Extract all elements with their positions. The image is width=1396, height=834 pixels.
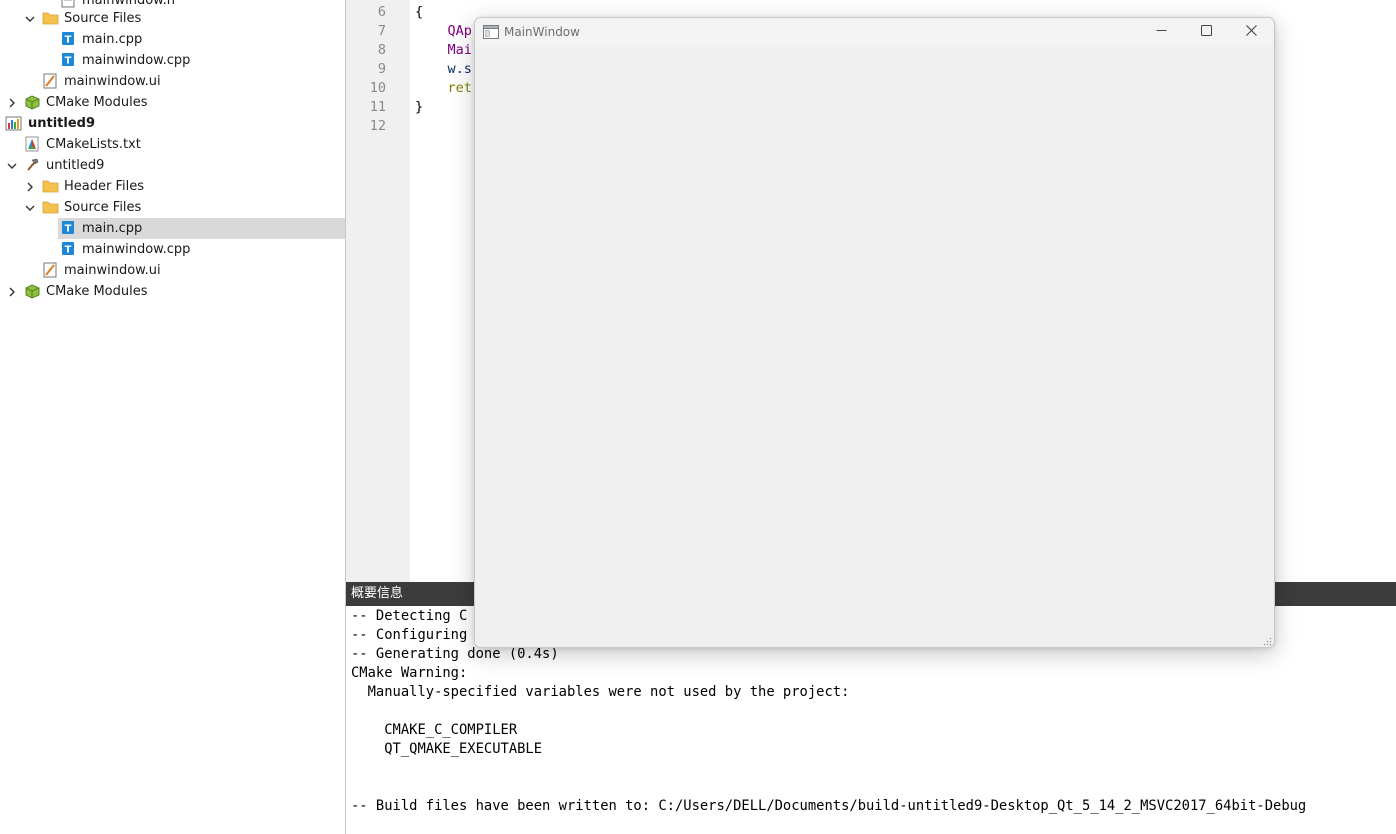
line-number: 12 [369,118,386,134]
cmake-modules-icon [24,283,40,299]
line-number: 7 [377,23,386,39]
cpp-file-icon: T [61,31,77,47]
line-number: 8 [377,42,386,58]
line-number: 10 [369,80,386,96]
chevron-right-icon[interactable] [7,287,17,297]
output-line: QT_QMAKE_EXECUTABLE [351,741,543,757]
tree-item-source-files[interactable]: Source Files [0,197,345,218]
svg-text:T: T [65,245,72,256]
cpp-file-icon: T [61,220,77,236]
tree-item-source-files[interactable]: Source Files [0,8,345,29]
code-line: ret [447,80,472,96]
cpp-file-icon: T [61,241,77,257]
ui-file-icon [43,73,59,89]
chevron-down-icon[interactable] [25,203,35,213]
cmake-file-icon [25,136,41,152]
tree-item-cmakelists[interactable]: CMakeLists.txt [0,134,345,155]
code-line: { [415,4,424,20]
output-line: -- Build files have been written to: C:/… [351,798,1307,814]
tree-item-label: mainwindow.cpp [82,53,191,68]
tree-item-label: CMake Modules [46,95,148,110]
window-title-bar[interactable]: MainWindow [475,18,1274,47]
project-tree: mainwindow.h Source Files T main.cpp T m… [0,0,346,834]
tree-item-label: mainwindow.cpp [82,242,191,257]
tree-item-mainwindow-ui[interactable]: mainwindow.ui [0,71,345,92]
tree-item-label: main.cpp [82,221,143,236]
tree-item-project-untitled9[interactable]: untitled9 [0,113,345,134]
tree-item-header-files[interactable]: Header Files [0,176,345,197]
tree-item-label: mainwindow.ui [64,263,161,278]
cpp-file-icon: T [61,52,77,68]
tree-item-label: CMakeLists.txt [46,137,141,152]
output-line: -- Configuring [351,627,468,643]
chevron-right-icon[interactable] [7,98,17,108]
main-window[interactable]: MainWindow [474,17,1275,648]
window-title: MainWindow [504,25,580,39]
hammer-icon [24,157,40,173]
output-pane-title: 概要信息 [351,586,404,601]
tree-item-label: untitled9 [46,158,105,173]
tree-item-mainwindow-cpp[interactable]: T mainwindow.cpp [0,239,345,260]
line-number-gutter: 6 7 8 9 10 11 12 [346,0,410,582]
svg-text:T: T [65,35,72,46]
tree-item-label: Source Files [64,200,142,215]
code-line: } [415,99,424,115]
line-number: 6 [377,4,386,20]
chevron-down-icon[interactable] [25,14,35,24]
output-line: -- Detecting C [351,608,468,624]
code-line: w.s [447,61,472,77]
ui-file-icon [43,262,59,278]
folder-icon [42,199,59,215]
chevron-down-icon[interactable] [7,161,17,171]
tree-item-cmake-modules[interactable]: CMake Modules [0,92,345,113]
chevron-right-icon[interactable] [25,182,35,192]
close-icon [1245,25,1257,40]
svg-text:T: T [65,224,72,235]
close-button[interactable] [1228,18,1274,47]
folder-icon [42,10,59,26]
tree-item-label: mainwindow.ui [64,74,161,89]
tree-item-label: CMake Modules [46,284,148,299]
minimize-button[interactable] [1138,18,1184,47]
tree-item-main-cpp-selected[interactable]: T main.cpp [58,218,345,239]
cmake-project-icon [5,115,22,131]
tree-item-label: untitled9 [28,116,96,131]
line-number: 11 [369,99,386,115]
tree-item-target-untitled9[interactable]: untitled9 [0,155,345,176]
maximize-icon [1200,25,1212,40]
tree-item-mainwindow-ui[interactable]: mainwindow.ui [0,260,345,281]
tree-item-label: Header Files [64,179,144,194]
window-client-area [475,47,1274,647]
minimize-icon [1156,25,1167,40]
resize-grip-icon[interactable] [1262,635,1272,646]
tree-item-cmake-modules[interactable]: CMake Modules [0,281,345,302]
output-line: -- Generating done (0.4s) [351,646,559,662]
tree-item-mainwindow-cpp[interactable]: T mainwindow.cpp [0,50,345,71]
cmake-modules-icon [24,94,40,110]
tree-item-main-cpp[interactable]: T main.cpp [0,29,345,50]
header-file-icon [61,0,77,8]
maximize-button[interactable] [1183,18,1229,47]
output-line: CMAKE_C_COMPILER [351,722,518,738]
code-line: Mai [447,42,472,58]
tree-item-label: main.cpp [82,32,143,47]
output-line: Manually-specified variables were not us… [351,684,850,700]
tree-item-label: Source Files [64,11,142,26]
output-line: CMake Warning: [351,665,468,681]
code-line: QAp [447,23,472,39]
line-number: 9 [377,61,386,77]
svg-text:T: T [65,56,72,67]
folder-icon [42,178,59,194]
app-window-icon [483,25,499,39]
tree-item-label: mainwindow.h [82,0,175,8]
